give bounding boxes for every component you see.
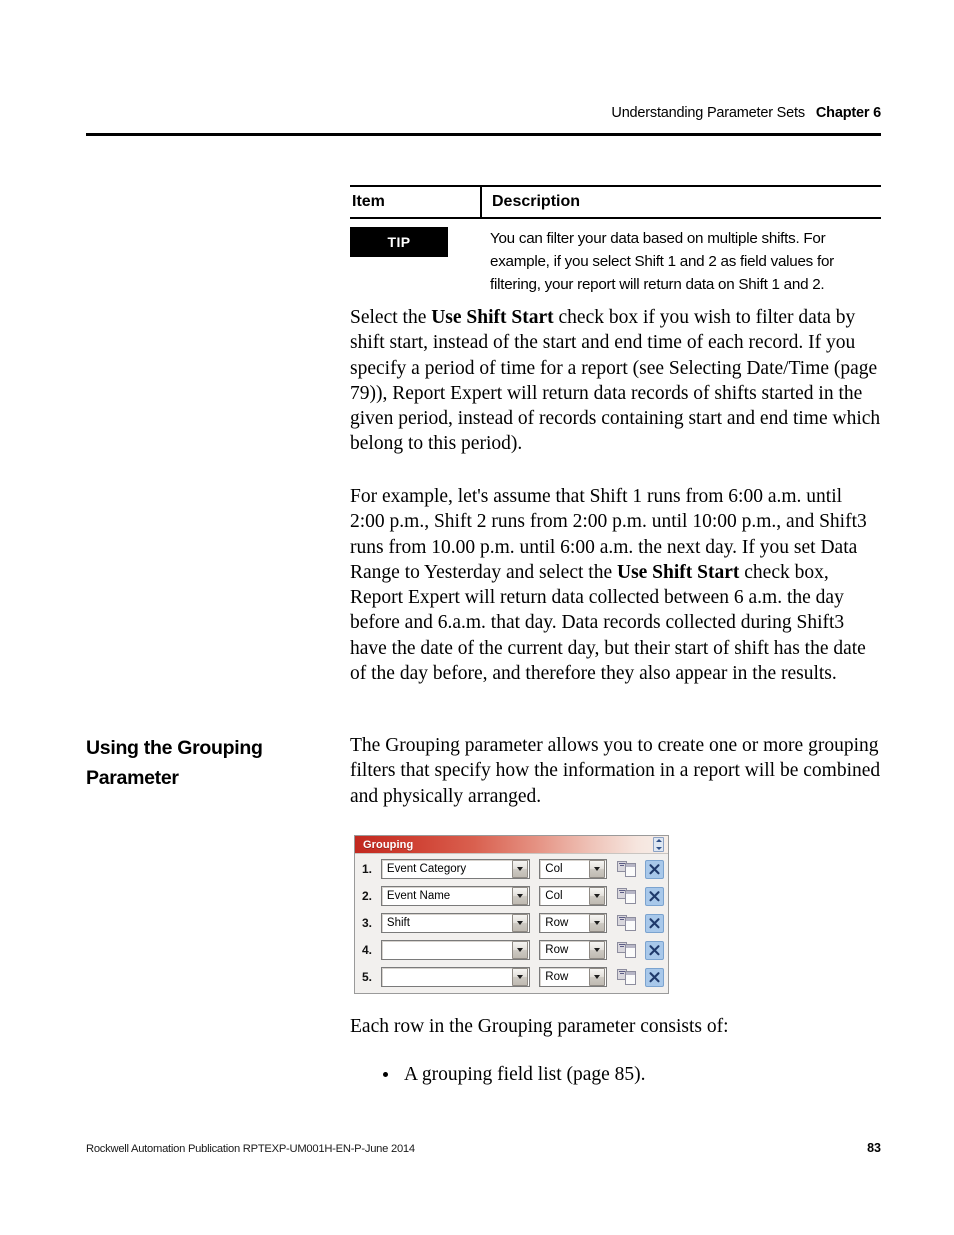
chevron-down-icon[interactable] — [589, 914, 605, 932]
grouping-row-number: 5. — [362, 970, 373, 984]
grouping-panel-spinner-icon[interactable] — [653, 837, 664, 852]
chevron-down-icon[interactable] — [512, 860, 529, 878]
section-heading-line-2: Parameter — [86, 767, 179, 789]
para1-part-a: Select the — [350, 307, 432, 328]
tip-table: Item Description TIP You can filter your… — [350, 185, 881, 296]
paragraph-grouping-intro: The Grouping parameter allows you to cre… — [350, 733, 881, 830]
grouping-row: 2. Event Name Col — [359, 885, 664, 907]
grouping-field-select[interactable]: Shift — [380, 913, 531, 933]
grouping-field-value: Shift — [386, 917, 410, 929]
duplicate-row-icon[interactable] — [617, 860, 637, 878]
chevron-down-icon[interactable] — [512, 887, 529, 905]
tip-badge: TIP — [350, 227, 448, 257]
grouping-field-value: Event Category — [386, 863, 467, 875]
table-col-header-item: Item — [352, 193, 385, 210]
grouping-field-select[interactable]: Event Name — [380, 886, 531, 906]
chapter-label: Chapter 6 — [815, 105, 881, 121]
grouping-placement-select[interactable]: Col — [539, 886, 607, 906]
grouping-row-number: 3. — [362, 916, 373, 930]
running-title: Understanding Parameter Sets — [611, 105, 805, 121]
para1-part-c: check box if you wish to filter data by … — [350, 307, 881, 455]
table-cell-description: You can filter your data based on multip… — [490, 230, 834, 293]
chevron-down-icon[interactable] — [589, 968, 605, 986]
grouping-placement-value: Col — [545, 863, 563, 875]
delete-row-button[interactable] — [645, 886, 664, 906]
grouping-row: 3. Shift Row — [359, 912, 664, 934]
grouping-placement-value: Row — [545, 944, 569, 956]
duplicate-row-icon[interactable] — [617, 887, 637, 905]
page-running-header: Understanding Parameter Sets Chapter 6 — [86, 104, 881, 122]
bullet-dot-icon — [383, 1072, 388, 1077]
grouping-field-select[interactable] — [380, 967, 531, 987]
grouping-field-select[interactable]: Event Category — [380, 859, 531, 879]
chevron-down-icon[interactable] — [589, 860, 605, 878]
grouping-placement-select[interactable]: Col — [539, 859, 607, 879]
grouping-row: 1. Event Category Col — [359, 858, 664, 880]
grouping-placement-select[interactable]: Row — [539, 967, 607, 987]
paragraph-text: For example, let's assume that Shift 1 r… — [350, 484, 881, 686]
table-row: TIP You can filter your data based on mu… — [350, 219, 881, 296]
para2-bold-term: Use Shift Start — [616, 561, 740, 583]
grouping-rows-container: 1. Event Category Col 2. Event Name Col — [355, 854, 668, 993]
grouping-placement-select[interactable]: Row — [539, 913, 607, 933]
paragraph-use-shift-start: Select the Use Shift Start check box if … — [350, 305, 881, 478]
duplicate-row-icon[interactable] — [617, 914, 637, 932]
grouping-row: 4. Row — [359, 939, 664, 961]
list-item: A grouping field list (page 85). — [350, 1062, 881, 1087]
page-footer: Rockwell Automation Publication RPTEXP-U… — [86, 1141, 881, 1155]
table-col-header-description: Description — [480, 187, 881, 217]
grouping-placement-value: Row — [545, 971, 569, 983]
paragraph-text: Select the Use Shift Start check box if … — [350, 305, 881, 457]
grouping-row-number: 2. — [362, 889, 373, 903]
delete-row-button[interactable] — [645, 913, 664, 933]
delete-row-button[interactable] — [645, 859, 664, 879]
paragraph-text: Each row in the Grouping parameter consi… — [350, 1016, 729, 1037]
grouping-row-number: 1. — [362, 862, 373, 876]
delete-row-button[interactable] — [645, 967, 664, 987]
section-heading-line-1: Using the Grouping — [86, 737, 263, 759]
grouping-field-value: Event Name — [386, 890, 451, 902]
grouping-row-number: 4. — [362, 943, 373, 957]
list-item-label: A grouping field list (page 85). — [404, 1064, 646, 1085]
bullet-list: A grouping field list (page 85). — [350, 1062, 881, 1091]
header-divider-rule — [86, 133, 881, 136]
grouping-placement-value: Col — [545, 890, 563, 902]
paragraph-text: The Grouping parameter allows you to cre… — [350, 735, 881, 807]
footer-publication: Rockwell Automation Publication RPTEXP-U… — [86, 1143, 415, 1155]
chevron-down-icon[interactable] — [512, 968, 529, 986]
grouping-placement-select[interactable]: Row — [539, 940, 607, 960]
table-cell-item: TIP — [350, 227, 480, 296]
table-header-row: Item Description — [350, 187, 881, 217]
chevron-down-icon[interactable] — [589, 887, 605, 905]
grouping-placement-value: Row — [545, 917, 569, 929]
chevron-down-icon[interactable] — [589, 941, 605, 959]
paragraph-shift-example: For example, let's assume that Shift 1 r… — [350, 484, 881, 707]
grouping-panel-titlebar: Grouping — [355, 836, 668, 854]
grouping-panel-title: Grouping — [363, 838, 414, 851]
grouping-field-select[interactable] — [380, 940, 531, 960]
footer-page-number: 83 — [867, 1141, 881, 1155]
section-heading-using-the-grouping-parameter: Using the Grouping Parameter — [86, 733, 331, 793]
para1-bold-term: Use Shift Start — [431, 307, 554, 328]
duplicate-row-icon[interactable] — [617, 941, 637, 959]
chevron-down-icon[interactable] — [512, 941, 529, 959]
grouping-panel-figure: Grouping 1. Event Category Col 2. Event … — [354, 835, 669, 994]
grouping-row: 5. Row — [359, 966, 664, 988]
chevron-down-icon[interactable] — [512, 914, 529, 932]
delete-row-button[interactable] — [645, 940, 664, 960]
paragraph-each-row-consists: Each row in the Grouping parameter consi… — [350, 1014, 881, 1060]
duplicate-row-icon[interactable] — [617, 968, 637, 986]
